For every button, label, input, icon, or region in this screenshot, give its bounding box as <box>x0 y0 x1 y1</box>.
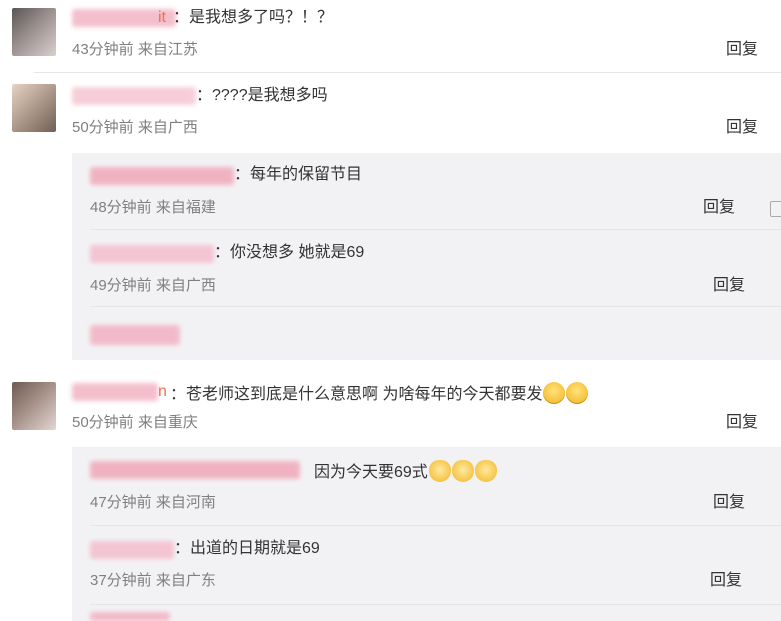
commenter-name[interactable] <box>72 87 196 105</box>
reply-author-name[interactable] <box>90 461 300 479</box>
reply-text: ：出道的日期就是69 <box>174 540 320 557</box>
commenter-name[interactable] <box>72 383 158 401</box>
divider <box>90 306 781 307</box>
reply-author-name[interactable] <box>90 245 214 263</box>
cat-emoji-icon <box>451 460 474 482</box>
commenter-name-tail[interactable]: it <box>158 8 166 28</box>
cat-emoji-icon <box>474 460 497 482</box>
reply-author-name[interactable] <box>90 167 234 185</box>
comment-text: ：????是我想多吗 <box>196 87 328 104</box>
more-replies-link[interactable] <box>90 325 180 345</box>
reply-button[interactable]: 回复 <box>713 493 745 513</box>
comment-meta: 50分钟前 来自广西 <box>72 119 198 136</box>
cat-emoji-icon <box>428 460 451 482</box>
reply-text-content: 因为今天要69式 <box>314 464 428 481</box>
reply-meta: 37分钟前 来自广东 <box>90 572 216 589</box>
divider <box>90 604 781 605</box>
divider <box>34 72 781 73</box>
comment-meta: 50分钟前 来自重庆 <box>72 414 198 431</box>
reply-meta: 47分钟前 来自河南 <box>90 494 216 511</box>
comment-text: ：是我想多了吗？！？ <box>173 9 334 26</box>
smile-emoji-icon <box>543 382 566 404</box>
reply-button[interactable]: 回复 <box>726 413 758 433</box>
reply-text: ：你没想多 她就是69 <box>214 244 365 261</box>
reply-button[interactable]: 回复 <box>710 571 742 591</box>
reply-button[interactable]: 回复 <box>726 118 758 138</box>
reply-meta: 48分钟前 来自福建 <box>90 199 216 216</box>
comment-text: ：苍老师这到底是什么意思啊 为啥每年的今天都要发 <box>170 382 589 405</box>
reply-author-name[interactable] <box>90 541 174 559</box>
reply-text: 因为今天要69式 <box>314 460 497 483</box>
more-replies-link[interactable] <box>90 612 170 621</box>
commenter-name-tail[interactable]: n <box>158 382 167 402</box>
avatar[interactable] <box>12 8 56 56</box>
avatar[interactable] <box>12 382 56 430</box>
reply-button[interactable]: 回复 <box>726 40 758 60</box>
reply-button[interactable]: 回复 <box>703 198 735 218</box>
reply-button[interactable]: 回复 <box>713 276 745 296</box>
reply-text: ：每年的保留节目 <box>234 166 363 183</box>
divider <box>90 229 781 230</box>
thumbs-up-icon[interactable] <box>770 201 781 217</box>
avatar[interactable] <box>12 84 56 132</box>
comment-text-content: ：苍老师这到底是什么意思啊 为啥每年的今天都要发 <box>170 386 543 403</box>
divider <box>90 525 781 526</box>
comment-meta: 43分钟前 来自江苏 <box>72 41 198 58</box>
smile-emoji-icon <box>566 382 589 404</box>
reply-meta: 49分钟前 来自广西 <box>90 277 216 294</box>
